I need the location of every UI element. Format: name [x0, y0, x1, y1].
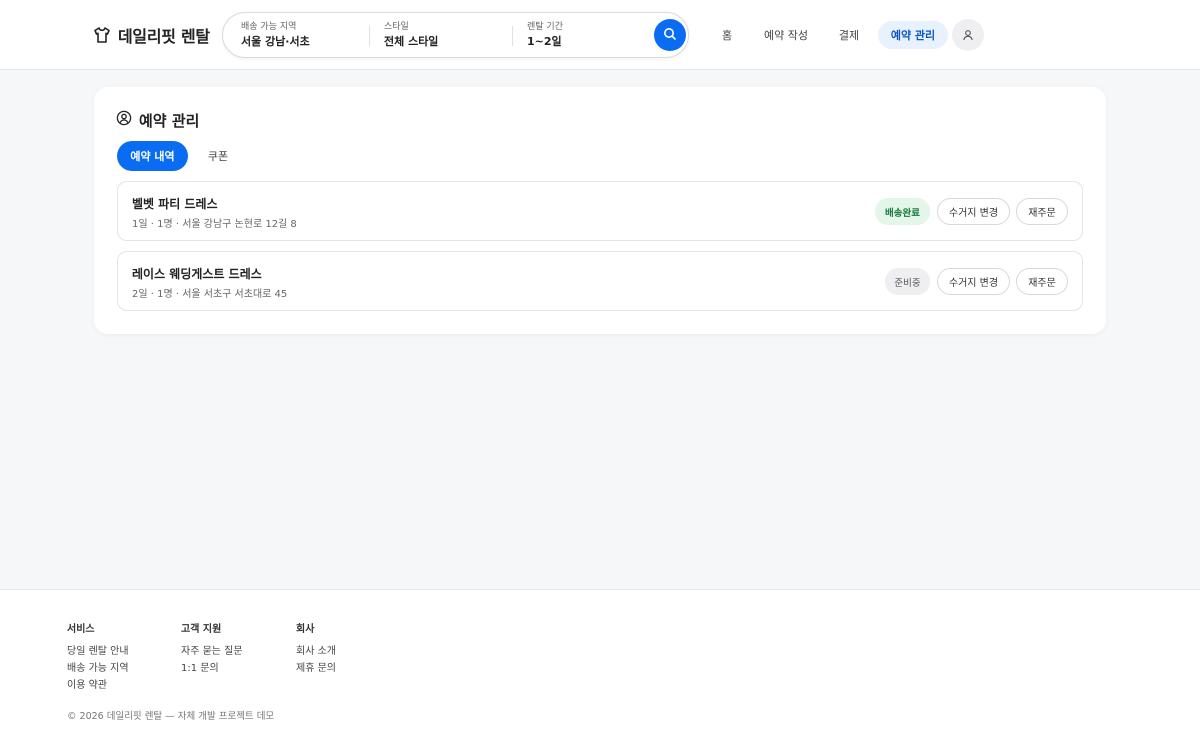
- footer-heading: 회사: [296, 624, 315, 635]
- search-button[interactable]: [654, 19, 686, 51]
- logo-text: 데일리핏 렌탈: [118, 27, 210, 46]
- reservation-meta: 1일 · 1명 · 서울 강남구 논현로 12길 8: [132, 219, 297, 230]
- footer-column-support: 고객 지원 자주 묻는 질문 1:1 문의: [181, 620, 243, 674]
- footer-link[interactable]: 배송 가능 지역: [67, 659, 129, 674]
- footer-link[interactable]: 1:1 문의: [181, 659, 243, 674]
- region-label: 배송 가능 지역: [241, 22, 297, 32]
- change-pickup-button[interactable]: 수거지 변경: [937, 198, 1010, 225]
- footer-link[interactable]: 이용 약관: [67, 676, 129, 691]
- footer-link[interactable]: 회사 소개: [296, 642, 336, 657]
- footer-link[interactable]: 당일 렌탈 안내: [67, 642, 129, 657]
- footer: 서비스 당일 렌탈 안내 배송 가능 지역 이용 약관 고객 지원 자주 묻는 …: [0, 589, 1200, 750]
- user-circle-icon: [116, 110, 132, 130]
- logo[interactable]: 데일리핏 렌탈: [92, 22, 210, 48]
- reservation-card: 예약 관리 예약 내역 쿠폰 벨벳 파티 드레스 1일 · 1명 · 서울 강남…: [94, 87, 1106, 334]
- reservation-item: 벨벳 파티 드레스 1일 · 1명 · 서울 강남구 논현로 12길 8 배송완…: [117, 181, 1083, 241]
- reservation-item: 레이스 웨딩게스트 드레스 2일 · 1명 · 서울 서초구 서초대로 45 준…: [117, 251, 1083, 311]
- nav-home[interactable]: 홈: [714, 21, 740, 49]
- nav-payment[interactable]: 결제: [834, 21, 864, 49]
- nav-reservation-write[interactable]: 예약 작성: [759, 21, 813, 49]
- footer-link[interactable]: 자주 묻는 질문: [181, 642, 243, 657]
- status-badge: 배송완료: [875, 198, 930, 225]
- shirt-icon: [92, 25, 112, 45]
- style-field[interactable]: 스타일 전체 스타일: [384, 22, 512, 50]
- reservation-meta: 2일 · 1명 · 서울 서초구 서초대로 45: [132, 289, 288, 300]
- user-avatar-button[interactable]: [952, 19, 984, 51]
- search-divider: [369, 26, 370, 46]
- user-icon: [962, 26, 974, 45]
- search-icon: [663, 26, 677, 45]
- region-value: 서울 강남·서초: [241, 35, 310, 48]
- page-title: 예약 관리: [116, 109, 199, 131]
- reorder-button[interactable]: 재주문: [1016, 268, 1068, 295]
- footer-heading: 서비스: [67, 624, 95, 635]
- copyright: © 2026 데일리핏 렌탈 — 자체 개발 프로젝트 데모: [67, 711, 275, 722]
- period-label: 렌탈 기간: [527, 22, 563, 32]
- reorder-button[interactable]: 재주문: [1016, 198, 1068, 225]
- footer-column-company: 회사 회사 소개 제휴 문의: [296, 620, 336, 674]
- tab-coupon[interactable]: 쿠폰: [197, 141, 239, 171]
- header: 데일리핏 렌탈 배송 가능 지역 서울 강남·서초 스타일 전체 스타일 렌탈 …: [0, 0, 1200, 70]
- reservation-name: 레이스 웨딩게스트 드레스: [132, 267, 262, 281]
- status-badge: 준비중: [885, 268, 930, 295]
- nav-reservation-manage[interactable]: 예약 관리: [878, 21, 948, 49]
- style-value: 전체 스타일: [384, 35, 439, 48]
- region-field[interactable]: 배송 가능 지역 서울 강남·서초: [241, 22, 369, 50]
- footer-heading: 고객 지원: [181, 624, 222, 635]
- style-label: 스타일: [384, 22, 409, 32]
- tab-reservation-history[interactable]: 예약 내역: [117, 141, 188, 171]
- reservation-name: 벨벳 파티 드레스: [132, 197, 218, 211]
- period-value: 1~2일: [527, 35, 562, 48]
- search-bar: 배송 가능 지역 서울 강남·서초 스타일 전체 스타일 렌탈 기간 1~2일: [222, 12, 689, 58]
- period-field[interactable]: 렌탈 기간 1~2일: [527, 22, 647, 50]
- footer-column-service: 서비스 당일 렌탈 안내 배송 가능 지역 이용 약관: [67, 620, 129, 691]
- search-divider: [512, 26, 513, 46]
- footer-link[interactable]: 제휴 문의: [296, 659, 336, 674]
- page-title-text: 예약 관리: [139, 111, 200, 130]
- change-pickup-button[interactable]: 수거지 변경: [937, 268, 1010, 295]
